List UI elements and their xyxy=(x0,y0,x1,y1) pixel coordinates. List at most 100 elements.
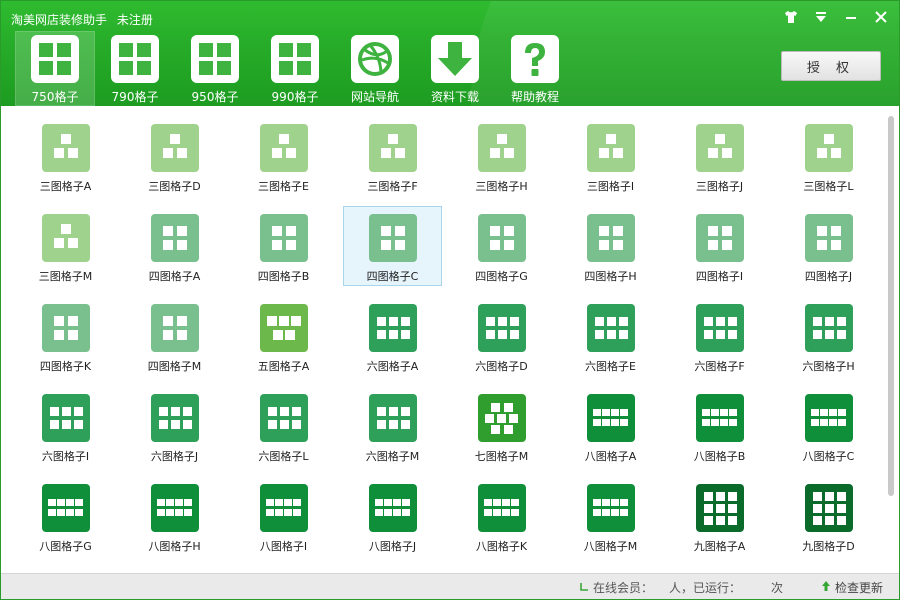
template-label: 八图格子A xyxy=(584,450,637,463)
eight-grid-icon xyxy=(368,484,417,532)
template-label: 七图格子M xyxy=(474,450,529,463)
template-item[interactable]: 三图格子J xyxy=(670,116,769,196)
template-item[interactable]: 六图格子D xyxy=(452,296,551,376)
eight-grid-icon xyxy=(804,394,853,442)
menu-icon[interactable] xyxy=(813,9,829,25)
app-window: 淘美网店装修助手 未注册 750格子 790格子 950格子 990格子 网站导… xyxy=(0,0,900,600)
template-item[interactable]: 八图格子B xyxy=(670,386,769,466)
tab-990[interactable]: 990格子 xyxy=(255,31,335,106)
tab-label: 990格子 xyxy=(271,90,319,104)
template-label: 四图格子M xyxy=(147,360,202,373)
template-item[interactable]: 六图格子F xyxy=(670,296,769,376)
template-item[interactable]: 三图格子I xyxy=(561,116,660,196)
arrow-up-icon xyxy=(821,580,831,595)
four-grid-icon xyxy=(41,304,90,352)
six-grid-icon xyxy=(695,304,744,352)
six-grid-icon xyxy=(368,304,417,352)
template-item[interactable]: 九图格子D xyxy=(779,476,878,556)
grid-icon xyxy=(271,35,319,83)
template-item[interactable]: 四图格子J xyxy=(779,206,878,286)
template-label: 八图格子M xyxy=(583,540,638,553)
tab-label: 资料下载 xyxy=(430,90,479,104)
template-label: 六图格子J xyxy=(150,450,199,463)
authorize-button[interactable]: 授 权 xyxy=(781,51,881,81)
six-grid-icon xyxy=(150,394,199,442)
template-item[interactable]: 八图格子K xyxy=(452,476,551,556)
template-item[interactable]: 六图格子J xyxy=(125,386,224,466)
eight-grid-icon xyxy=(259,484,308,532)
template-item[interactable]: 六图格子A xyxy=(343,296,442,376)
download-icon xyxy=(431,35,479,83)
nine-grid-icon xyxy=(695,484,744,532)
template-item[interactable]: 三图格子F xyxy=(343,116,442,196)
template-item[interactable]: 九图格子A xyxy=(670,476,769,556)
template-item[interactable]: 六图格子I xyxy=(16,386,115,466)
template-item[interactable]: 八图格子I xyxy=(234,476,333,556)
template-item[interactable]: 八图格子G xyxy=(16,476,115,556)
tab-download[interactable]: 资料下载 xyxy=(415,31,495,106)
four-grid-icon xyxy=(695,214,744,262)
close-icon[interactable] xyxy=(873,9,889,25)
template-item[interactable]: 三图格子L xyxy=(779,116,878,196)
template-label: 三图格子D xyxy=(148,180,201,193)
template-item[interactable]: 八图格子M xyxy=(561,476,660,556)
template-label: 四图格子K xyxy=(39,360,92,373)
template-item[interactable]: 三图格子M xyxy=(16,206,115,286)
check-update-label: 检查更新 xyxy=(834,581,883,595)
tab-help[interactable]: 帮助教程 xyxy=(495,31,575,106)
people-run-label: 人，已运行： xyxy=(669,581,742,595)
template-item[interactable]: 三图格子D xyxy=(125,116,224,196)
template-item[interactable]: 四图格子C xyxy=(343,206,442,286)
skin-icon[interactable] xyxy=(783,9,799,25)
tab-label: 950格子 xyxy=(191,90,239,104)
template-label: 三图格子H xyxy=(475,180,528,193)
template-label: 六图格子D xyxy=(475,360,528,373)
template-item[interactable]: 六图格子M xyxy=(343,386,442,466)
tab-label: 790格子 xyxy=(111,90,159,104)
template-label: 六图格子A xyxy=(366,360,419,373)
tab-label: 帮助教程 xyxy=(510,90,559,104)
template-label: 九图格子D xyxy=(802,540,855,553)
grid-icon xyxy=(111,35,159,83)
minimize-icon[interactable] xyxy=(843,9,859,25)
online-stats: 在线会员： 人，已运行： 次 xyxy=(579,579,783,596)
template-item[interactable]: 八图格子C xyxy=(779,386,878,466)
template-item[interactable]: 四图格子H xyxy=(561,206,660,286)
template-item[interactable]: 八图格子H xyxy=(125,476,224,556)
template-item[interactable]: 五图格子A xyxy=(234,296,333,376)
template-item[interactable]: 四图格子B xyxy=(234,206,333,286)
four-grid-icon xyxy=(804,214,853,262)
template-item[interactable]: 六图格子E xyxy=(561,296,660,376)
template-label: 六图格子M xyxy=(365,450,420,463)
tab-790[interactable]: 790格子 xyxy=(95,31,175,106)
template-label: 三图格子E xyxy=(258,180,309,193)
template-item[interactable]: 四图格子G xyxy=(452,206,551,286)
vertical-scrollbar[interactable] xyxy=(887,116,895,574)
template-item[interactable]: 四图格子K xyxy=(16,296,115,376)
template-item[interactable]: 六图格子L xyxy=(234,386,333,466)
tab-950[interactable]: 950格子 xyxy=(175,31,255,106)
template-item[interactable]: 六图格子H xyxy=(779,296,878,376)
template-label: 八图格子J xyxy=(368,540,417,553)
template-item[interactable]: 八图格子J xyxy=(343,476,442,556)
eight-grid-icon xyxy=(586,394,635,442)
template-item[interactable]: 四图格子M xyxy=(125,296,224,376)
three-grid-icon xyxy=(259,124,308,172)
template-item[interactable]: 七图格子M xyxy=(452,386,551,466)
template-item[interactable]: 三图格子A xyxy=(16,116,115,196)
six-grid-icon xyxy=(477,304,526,352)
template-item[interactable]: 三图格子H xyxy=(452,116,551,196)
template-item[interactable]: 三图格子E xyxy=(234,116,333,196)
template-panel: 三图格子A 三图格子D 三图格子E 三图格子F 三图格子H 三图格子I 三图格子J 三图格子L… xyxy=(1,106,899,574)
tab-site-nav[interactable]: 网站导航 xyxy=(335,31,415,106)
check-update-link[interactable]: 检查更新 xyxy=(821,579,883,596)
template-item[interactable]: 八图格子A xyxy=(561,386,660,466)
online-members-label: 在线会员： xyxy=(593,581,654,595)
app-title: 淘美网店装修助手 xyxy=(11,13,108,27)
template-item[interactable]: 四图格子I xyxy=(670,206,769,286)
eight-grid-icon xyxy=(41,484,90,532)
tab-750[interactable]: 750格子 xyxy=(15,31,95,106)
scrollbar-thumb[interactable] xyxy=(888,116,894,496)
template-item[interactable]: 四图格子A xyxy=(125,206,224,286)
four-grid-icon xyxy=(477,214,526,262)
